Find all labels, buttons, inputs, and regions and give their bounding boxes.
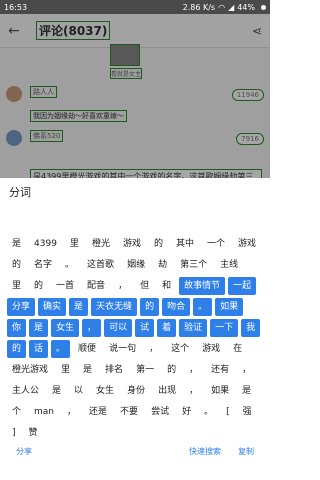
token-chip-selected[interactable]: 的	[140, 298, 160, 316]
token-chip[interactable]: 说一句	[104, 340, 141, 358]
wifi-icon: ◠	[218, 2, 226, 12]
token-chip-selected[interactable]: 的	[7, 340, 27, 358]
token-chip[interactable]: 一个	[202, 235, 230, 253]
token-chip[interactable]: 里	[56, 361, 75, 379]
token-chip[interactable]: ，	[144, 340, 163, 358]
token-chip-selected[interactable]: ，	[82, 319, 102, 337]
token-chip-selected[interactable]: 分享	[7, 298, 36, 316]
status-bar: 16:53 2.86 K/s ◠ ◢ 44%	[0, 0, 270, 14]
token-chip[interactable]: 里	[65, 235, 84, 253]
token-chip[interactable]: ，	[62, 403, 81, 421]
token-chip[interactable]: 里	[7, 277, 26, 295]
token-chip-selected[interactable]: 故事情节	[179, 277, 226, 295]
token-chip[interactable]: 其中	[171, 235, 199, 253]
quick-search-button[interactable]: 快速搜索	[189, 446, 221, 457]
token-chip[interactable]: ]	[7, 424, 21, 442]
token-chip[interactable]: 顺便	[73, 340, 101, 358]
token-chip[interactable]: ，	[184, 361, 203, 379]
token-chip[interactable]: 不要	[115, 403, 143, 421]
token-chip[interactable]: 女生	[91, 382, 119, 400]
token-chip[interactable]: 4399	[29, 235, 62, 253]
token-chip[interactable]: ，	[113, 277, 132, 295]
token-chip[interactable]: 劫	[153, 256, 172, 274]
status-time: 16:53	[4, 2, 28, 12]
network-speed: 2.86 K/s	[182, 2, 216, 12]
token-chip[interactable]: 一首	[51, 277, 79, 295]
status-right: 2.86 K/s ◠ ◢ 44%	[183, 3, 266, 12]
token-chip[interactable]: 姻缘	[122, 256, 150, 274]
token-chip-selected[interactable]: 确实	[38, 298, 67, 316]
token-chip[interactable]: 排名	[100, 361, 128, 379]
token-chip-selected[interactable]: 一起	[228, 277, 257, 295]
token-chip-selected[interactable]: 女生	[51, 319, 80, 337]
token-chip[interactable]: 名字	[29, 256, 57, 274]
token-chip-selected[interactable]: 。	[193, 298, 213, 316]
token-chip-selected[interactable]: 我	[241, 319, 261, 337]
token-chip-selected[interactable]: 吻合	[162, 298, 191, 316]
token-chip[interactable]: 还是	[84, 403, 112, 421]
token-chip[interactable]: 橙光游戏	[7, 361, 53, 379]
token-chip[interactable]: 配音	[82, 277, 110, 295]
token-chip-selected[interactable]: 是	[69, 298, 89, 316]
token-chip[interactable]: 好	[177, 403, 196, 421]
token-chip[interactable]: 还有	[206, 361, 234, 379]
token-chip-selected[interactable]: 着	[157, 319, 177, 337]
token-chip-selected[interactable]: 试	[135, 319, 155, 337]
token-chip[interactable]: 的	[149, 235, 168, 253]
token-chip[interactable]: 的	[29, 277, 48, 295]
token-chip[interactable]: 是	[78, 361, 97, 379]
sheet-title: 分词	[9, 186, 31, 199]
token-chip[interactable]: 橙光	[87, 235, 115, 253]
token-chip[interactable]: 赞	[24, 424, 43, 442]
token-chip[interactable]: ，	[237, 361, 256, 379]
token-chip[interactable]: 和	[157, 277, 176, 295]
token-chip-selected[interactable]: 。	[51, 340, 71, 358]
token-chip[interactable]: 的	[162, 361, 181, 379]
token-chip[interactable]: 第一	[131, 361, 159, 379]
token-chip[interactable]: 是	[47, 382, 66, 400]
share-button[interactable]: 分享	[16, 446, 32, 457]
token-chip[interactable]: 游戏	[118, 235, 146, 253]
token-chip[interactable]: 主线	[215, 256, 243, 274]
token-chip[interactable]: 身份	[122, 382, 150, 400]
token-chip[interactable]: 这个	[166, 340, 194, 358]
token-chip-selected[interactable]: 验证	[179, 319, 208, 337]
token-chip[interactable]: 游戏	[233, 235, 261, 253]
sheet-actions: 分享 快速搜索 复制	[0, 446, 270, 466]
token-chip[interactable]: 尝试	[146, 403, 174, 421]
token-chip[interactable]: ，	[184, 382, 203, 400]
token-chip-selected[interactable]: 是	[29, 319, 49, 337]
token-chip[interactable]: 是	[7, 235, 26, 253]
token-chip[interactable]: 这首歌	[82, 256, 119, 274]
token-chip[interactable]: 个	[7, 403, 26, 421]
token-chip[interactable]: 强	[238, 403, 257, 421]
token-chip-selected[interactable]: 如果	[215, 298, 244, 316]
token-chip-selected[interactable]: 天衣无缝	[91, 298, 138, 316]
signal-icon: ◢	[228, 2, 235, 12]
token-list: 是 4399 里橙光 游戏的其中 一个 游戏的名字。这首歌 姻缘劫第三个 主线里的一首 配音，但…	[7, 235, 265, 445]
token-chip[interactable]: 如果	[206, 382, 234, 400]
token-chip-selected[interactable]: 话	[29, 340, 49, 358]
copy-button[interactable]: 复制	[238, 446, 254, 457]
token-chip[interactable]: 在	[228, 340, 247, 358]
token-chip[interactable]: 以	[69, 382, 88, 400]
token-chip[interactable]: 是	[237, 382, 256, 400]
segmentation-sheet: 分词 是 4399 里橙光 游戏的其中 一个 游戏的名字。这首歌 姻缘劫第三个 主线里的一首配…	[0, 178, 270, 480]
token-chip[interactable]: 但	[135, 277, 154, 295]
battery-percent: 44%	[237, 2, 255, 12]
token-chip[interactable]: 。	[199, 403, 218, 421]
token-chip[interactable]: 主人公	[7, 382, 44, 400]
token-chip[interactable]: [	[221, 403, 235, 421]
token-chip[interactable]: man	[29, 403, 59, 421]
token-chip-selected[interactable]: 一下	[210, 319, 239, 337]
token-chip[interactable]: 第三个	[175, 256, 212, 274]
token-chip-selected[interactable]: 你	[7, 319, 27, 337]
token-chip[interactable]: 的	[7, 256, 26, 274]
token-chip[interactable]: 出现	[153, 382, 181, 400]
battery-icon	[261, 4, 266, 10]
token-chip-selected[interactable]: 可以	[104, 319, 133, 337]
token-chip[interactable]: 游戏	[197, 340, 225, 358]
token-chip[interactable]: 。	[60, 256, 79, 274]
